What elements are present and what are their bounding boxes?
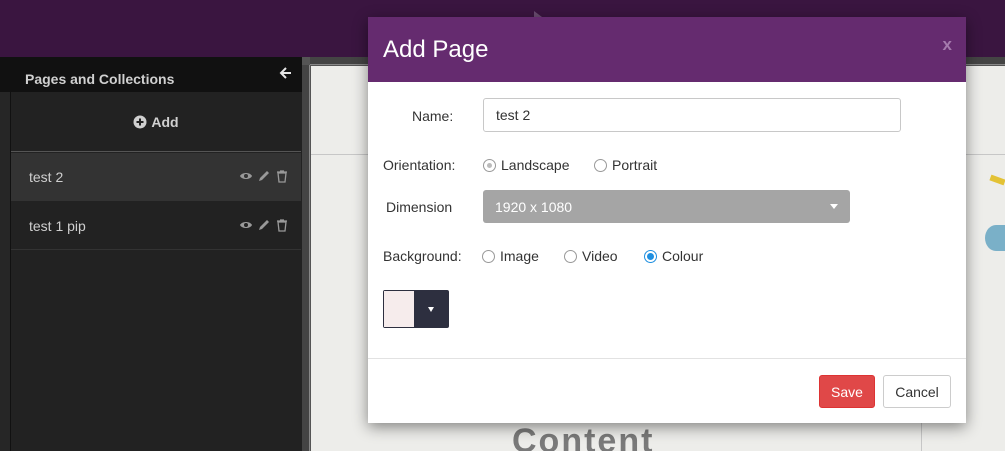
plus-circle-icon — [133, 115, 147, 128]
page-item-test-1-pip[interactable]: test 1 pip — [11, 202, 301, 250]
page-item-label: test 1 pip — [29, 217, 86, 234]
add-page-label: Add — [151, 113, 179, 130]
sidebar: Pages and Collections Add test 2 test 1 … — [0, 57, 302, 451]
chevron-down-icon — [830, 204, 838, 209]
page-item-label: test 2 — [29, 168, 64, 185]
cancel-button[interactable]: Cancel — [883, 375, 951, 408]
canvas-shape — [985, 225, 1005, 251]
arrow-left-icon[interactable] — [279, 66, 293, 80]
close-icon[interactable]: x — [943, 35, 952, 55]
radio-icon — [564, 249, 577, 263]
modal-title: Add Page — [383, 36, 489, 63]
dimension-value: 1920 x 1080 — [495, 198, 573, 215]
modal-footer: Save Cancel — [368, 358, 966, 423]
radio-icon — [482, 249, 495, 263]
pencil-icon[interactable] — [257, 218, 271, 232]
caret-down-icon — [428, 306, 434, 312]
radio-label: Landscape — [501, 157, 570, 173]
eye-icon[interactable] — [239, 169, 253, 183]
sidebar-header: Pages and Collections — [0, 57, 302, 92]
radio-label: Image — [500, 248, 539, 264]
dimension-label: Dimension — [386, 199, 453, 215]
vertical-ruler — [302, 65, 310, 451]
radio-icon — [483, 158, 496, 172]
add-page-modal: Add Page x Name: Orientation: Landscape … — [368, 17, 966, 423]
radio-icon — [594, 158, 607, 172]
eye-icon[interactable] — [239, 218, 253, 232]
add-page-button[interactable]: Add — [11, 92, 301, 152]
orientation-landscape-radio[interactable]: Landscape — [483, 157, 570, 173]
radio-label: Colour — [662, 248, 704, 264]
pages-list: Add test 2 test 1 pip — [10, 92, 302, 451]
background-video-radio[interactable]: Video — [564, 248, 618, 264]
trash-icon[interactable] — [275, 169, 289, 183]
canvas-content-text: Content — [512, 422, 655, 451]
orientation-label: Orientation: — [383, 157, 456, 173]
colour-swatch — [384, 291, 414, 327]
dimension-select[interactable]: 1920 x 1080 — [483, 190, 850, 223]
radio-icon — [644, 249, 657, 263]
background-image-radio[interactable]: Image — [482, 248, 539, 264]
modal-body: Name: Orientation: Landscape Portrait Di… — [368, 82, 966, 358]
name-label: Name: — [412, 108, 454, 124]
background-colour-radio[interactable]: Colour — [644, 248, 703, 264]
save-button[interactable]: Save — [819, 375, 875, 408]
background-label: Background: — [383, 248, 462, 264]
radio-label: Video — [582, 248, 618, 264]
page-item-test-2[interactable]: test 2 — [11, 153, 301, 201]
trash-icon[interactable] — [275, 218, 289, 232]
sidebar-title: Pages and Collections — [25, 71, 175, 87]
pencil-icon[interactable] — [257, 169, 271, 183]
colour-picker[interactable] — [383, 290, 449, 328]
orientation-portrait-radio[interactable]: Portrait — [594, 157, 657, 173]
modal-header: Add Page x — [368, 17, 966, 82]
radio-label: Portrait — [612, 157, 658, 173]
name-input[interactable] — [483, 98, 901, 132]
colour-dropdown-toggle[interactable] — [414, 291, 448, 327]
